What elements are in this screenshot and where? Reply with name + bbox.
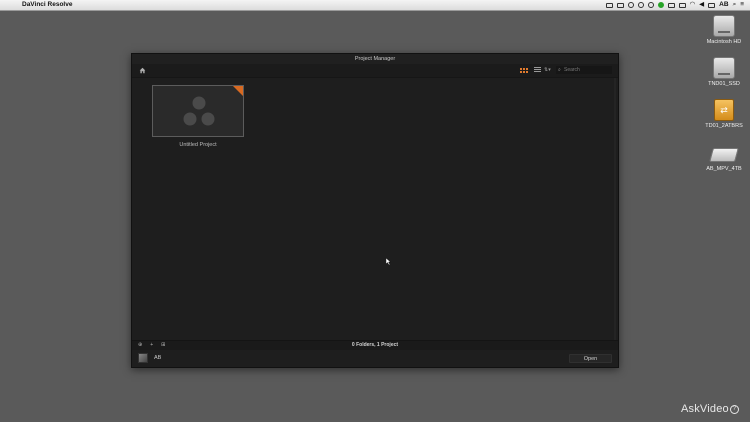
hard-drive-icon <box>713 15 735 37</box>
list-view-icon[interactable] <box>534 67 541 74</box>
watermark-bubble-icon: ? <box>729 405 739 414</box>
audio-icon[interactable] <box>647 2 654 8</box>
project-count: 0 Folders, 1 Project <box>351 342 399 348</box>
project-thumbnail[interactable] <box>152 85 244 137</box>
film-icon[interactable] <box>616 2 624 8</box>
status-bar: ◠ ◀ AB ⌕ ≡ <box>605 0 744 10</box>
desktop-item-label: TD01_2ATBRS <box>705 123 743 129</box>
user-name: AB <box>154 355 162 361</box>
screen-icon[interactable] <box>605 2 613 8</box>
sync-icon[interactable] <box>627 2 634 8</box>
footer: AB Open <box>132 350 618 367</box>
menu-bar: DaVinci Resolve ◠ ◀ AB ⌕ ≡ <box>0 0 750 11</box>
window-title: Project Manager <box>132 54 618 64</box>
search-field[interactable]: ⌕ <box>556 66 612 74</box>
shield-icon[interactable] <box>678 2 686 8</box>
user-menu[interactable]: AB <box>719 0 728 10</box>
external-drive-icon <box>709 148 739 162</box>
external-drive-icon <box>714 99 734 121</box>
desktop-item-label: TND01_SSD <box>708 81 740 87</box>
toolbar: ⇅▾ ⌕ <box>132 64 618 78</box>
status-bar: ⊕ + ⊞ 0 Folders, 1 Project <box>132 340 618 350</box>
mouse-cursor-icon <box>386 258 391 265</box>
watermark: AskVideo? <box>681 403 739 415</box>
project-name[interactable]: Untitled Project <box>152 142 244 148</box>
scrollbar[interactable] <box>614 78 616 340</box>
desktop-item-macintosh-hd[interactable]: Macintosh HD <box>699 15 749 45</box>
spotify-icon[interactable] <box>657 2 664 8</box>
desktop-item-label: Macintosh HD <box>706 39 742 45</box>
watermark-text: AskVideo <box>681 403 729 415</box>
home-icon[interactable] <box>139 67 146 74</box>
volume-low-icon[interactable] <box>667 2 675 8</box>
desktop-item-ab-mpv[interactable]: AB_MPV_4TB <box>699 144 749 172</box>
desktop-item-label: AB_MPV_4TB <box>706 166 742 172</box>
project-manager-window: Project Manager ⇅▾ ⌕ Untitled Project <box>131 53 619 368</box>
open-button[interactable]: Open <box>569 354 612 363</box>
wifi-icon[interactable]: ◠ <box>690 0 696 10</box>
desktop-item-td01[interactable]: TD01_2ATBRS <box>699 99 749 129</box>
list-icon[interactable]: ≡ <box>740 0 744 10</box>
project-tile[interactable] <box>152 85 244 137</box>
time-machine-icon[interactable] <box>637 2 644 8</box>
avatar[interactable] <box>138 353 148 363</box>
speaker-icon[interactable]: ◀ <box>699 0 704 10</box>
hard-drive-icon <box>713 57 735 79</box>
davinci-logo-icon <box>183 96 215 126</box>
search-input[interactable] <box>564 66 610 74</box>
current-project-marker <box>233 86 243 96</box>
desktop-item-tnd01-ssd[interactable]: TND01_SSD <box>699 57 749 87</box>
sort-dropdown[interactable]: ⇅▾ <box>544 67 551 73</box>
search-icon[interactable]: ⌕ <box>733 0 737 10</box>
search-icon: ⌕ <box>558 67 561 73</box>
grid-view-icon[interactable] <box>520 68 528 73</box>
app-name-menu[interactable]: DaVinci Resolve <box>22 0 72 10</box>
battery-icon[interactable] <box>708 2 716 8</box>
